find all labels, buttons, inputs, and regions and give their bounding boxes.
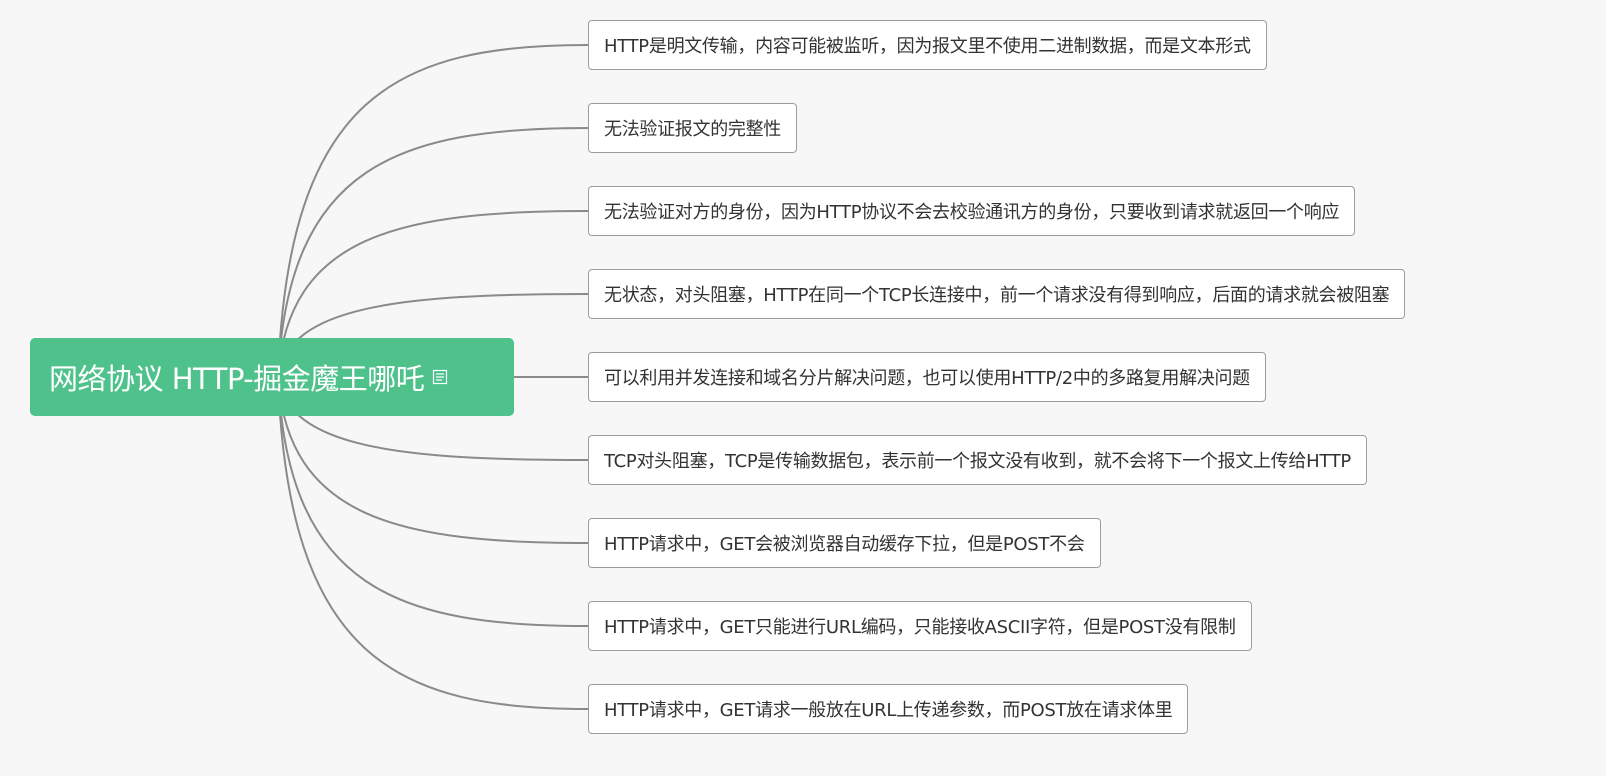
subtopic-node[interactable]: 无状态，对头阻塞，HTTP在同一个TCP长连接中，前一个请求没有得到响应，后面的… bbox=[588, 269, 1406, 319]
subtopic-node[interactable]: 可以利用并发连接和域名分片解决问题，也可以使用HTTP/2中的多路复用解决问题 bbox=[588, 352, 1266, 402]
subtopic-label: TCP对头阻塞，TCP是传输数据包，表示前一个报文没有收到，就不会将下一个报文上… bbox=[604, 451, 1351, 472]
root-topic-title: 网络协议 HTTP-掘金魔王哪吒 bbox=[49, 362, 425, 396]
subtopic-node[interactable]: HTTP请求中，GET只能进行URL编码，只能接收ASCII字符，但是POST没… bbox=[588, 601, 1252, 651]
subtopic-node[interactable]: TCP对头阻塞，TCP是传输数据包，表示前一个报文没有收到，就不会将下一个报文上… bbox=[588, 435, 1367, 485]
subtopic-node[interactable]: HTTP请求中，GET请求一般放在URL上传递参数，而POST放在请求体里 bbox=[588, 684, 1189, 734]
subtopic-label: 无法验证报文的完整性 bbox=[604, 119, 781, 140]
subtopic-label: HTTP是明文传输，内容可能被监听，因为报文里不使用二进制数据，而是文本形式 bbox=[604, 36, 1251, 57]
subtopic-label: HTTP请求中，GET只能进行URL编码，只能接收ASCII字符，但是POST没… bbox=[604, 617, 1236, 638]
note-icon[interactable] bbox=[432, 369, 448, 385]
subtopic-label: HTTP请求中，GET请求一般放在URL上传递参数，而POST放在请求体里 bbox=[604, 700, 1173, 721]
root-topic[interactable]: 网络协议 HTTP-掘金魔王哪吒 bbox=[30, 338, 514, 416]
subtopic-label: 可以利用并发连接和域名分片解决问题，也可以使用HTTP/2中的多路复用解决问题 bbox=[604, 368, 1250, 389]
subtopic-label: 无法验证对方的身份，因为HTTP协议不会去校验通讯方的身份，只要收到请求就返回一… bbox=[604, 202, 1340, 223]
subtopic-node[interactable]: 无法验证报文的完整性 bbox=[588, 103, 797, 153]
subtopic-label: HTTP请求中，GET会被浏览器自动缓存下拉，但是POST不会 bbox=[604, 534, 1085, 555]
subtopic-label: 无状态，对头阻塞，HTTP在同一个TCP长连接中，前一个请求没有得到响应，后面的… bbox=[604, 285, 1390, 306]
subtopic-node[interactable]: 无法验证对方的身份，因为HTTP协议不会去校验通讯方的身份，只要收到请求就返回一… bbox=[588, 186, 1356, 236]
subtopic-node[interactable]: HTTP是明文传输，内容可能被监听，因为报文里不使用二进制数据，而是文本形式 bbox=[588, 20, 1267, 70]
subtopic-node[interactable]: HTTP请求中，GET会被浏览器自动缓存下拉，但是POST不会 bbox=[588, 518, 1101, 568]
